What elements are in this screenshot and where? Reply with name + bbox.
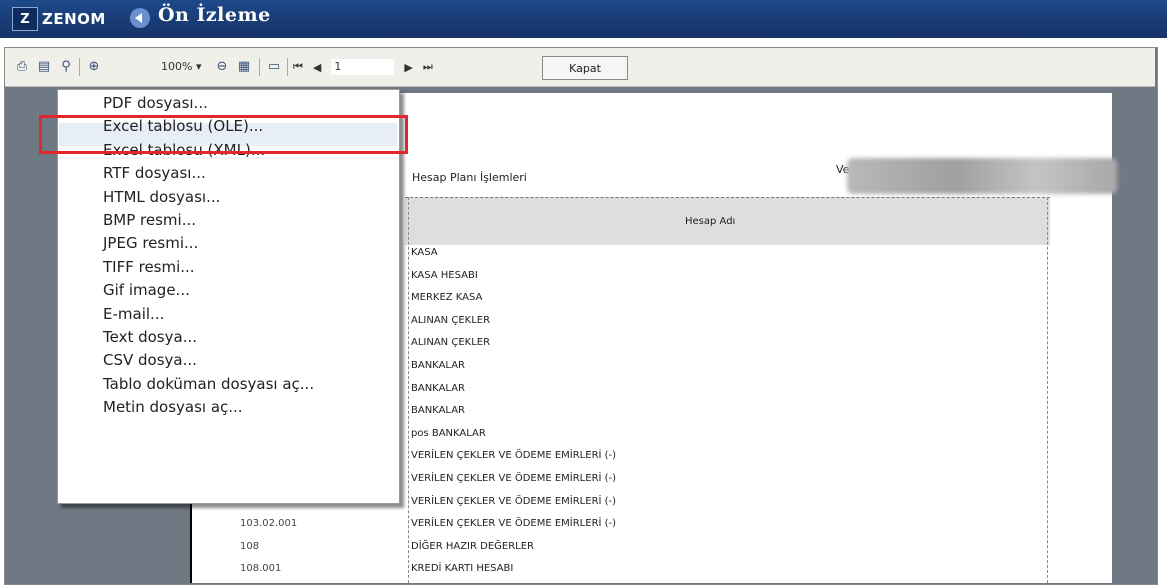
menu-item[interactable]: BMP resmi...	[103, 211, 196, 229]
close-button[interactable]: Kapat	[542, 56, 628, 80]
page-view-icon[interactable]: ▦	[235, 57, 253, 75]
toolbar-separator	[287, 58, 288, 76]
menu-item[interactable]: TIFF resmi...	[103, 258, 195, 276]
menu-item[interactable]: Text dosya...	[103, 328, 197, 346]
report-title: Hesap Planı İşlemleri	[412, 171, 527, 184]
window-title: Ön İzleme	[158, 4, 271, 26]
row-account-name: VERİLEN ÇEKLER VE ÖDEME EMİRLERİ (-)	[411, 518, 617, 529]
first-page-icon[interactable]: ⏮	[293, 60, 303, 74]
page-navigation: ⏮ ◀ 1 ▶ ⏭	[293, 58, 448, 76]
menu-item[interactable]: PDF dosyası...	[103, 94, 208, 112]
single-page-icon[interactable]: ▭	[265, 57, 283, 75]
find-icon[interactable]: ⚲	[57, 57, 75, 75]
export-icon[interactable]: ▤	[35, 57, 53, 75]
row-account-code: 103.02.001	[240, 518, 298, 529]
row-account-code: 108	[240, 541, 260, 552]
title-bar: Z ZENOM Ön İzleme	[0, 0, 1167, 38]
row-account-name: KASA	[411, 247, 438, 258]
menu-item[interactable]: Tablo doküman dosyası aç...	[103, 375, 314, 393]
row-account-name: ALINAN ÇEKLER	[411, 337, 491, 348]
zoom-value: 100%	[161, 60, 193, 73]
redacted-area	[847, 158, 1117, 194]
prev-page-icon[interactable]: ◀	[313, 61, 321, 74]
zoom-out-icon[interactable]: ⊖	[213, 57, 231, 75]
column-divider	[1047, 197, 1048, 583]
menu-item[interactable]: JPEG resmi...	[103, 234, 198, 252]
preview-toolbar: ⎙ ▤ ⚲ ⊕ 100% ▾ ⊖ ▦ ▭ ⏮ ◀ 1 ▶ ⏭ Kapat	[5, 48, 1155, 87]
back-arrow-icon[interactable]	[130, 8, 150, 28]
row-account-name: MERKEZ KASA	[411, 292, 483, 303]
app-name: ZENOM	[42, 10, 106, 28]
toolbar-separator	[79, 58, 80, 76]
next-page-icon[interactable]: ▶	[404, 61, 412, 74]
zoom-in-icon[interactable]: ⊕	[85, 57, 103, 75]
print-icon[interactable]: ⎙	[13, 57, 31, 75]
row-account-name: VERİLEN ÇEKLER VE ÖDEME EMİRLERİ (-)	[411, 473, 617, 484]
row-account-name: KREDİ KARTI HESABI	[411, 563, 514, 574]
page-number-input[interactable]: 1	[331, 59, 395, 75]
row-account-name: VERİLEN ÇEKLER VE ÖDEME EMİRLERİ (-)	[411, 450, 617, 461]
row-account-name: BANKALAR	[411, 360, 465, 371]
column-header: Hesap Adı	[405, 197, 1050, 245]
row-account-name: BANKALAR	[411, 405, 465, 416]
row-account-name: pos BANKALAR	[411, 428, 486, 439]
toolbar-separator	[259, 58, 260, 76]
menu-item[interactable]: RTF dosyası...	[103, 164, 206, 182]
zoom-select[interactable]: 100% ▾	[161, 60, 201, 73]
highlight-box	[39, 115, 408, 154]
row-account-name: KASA HESABI	[411, 270, 478, 281]
menu-item[interactable]: CSV dosya...	[103, 351, 197, 369]
menu-item[interactable]: E-mail...	[103, 305, 164, 323]
column-header-label: Hesap Adı	[685, 216, 736, 227]
menu-item[interactable]: Gif image...	[103, 281, 190, 299]
row-account-name: DİĞER HAZIR DEĞERLER	[411, 541, 535, 552]
app-logo: Z ZENOM	[12, 7, 106, 31]
logo-mark: Z	[12, 7, 38, 31]
row-account-name: ALINAN ÇEKLER	[411, 315, 491, 326]
menu-item[interactable]: Metin dosyası aç...	[103, 398, 243, 416]
menu-item[interactable]: HTML dosyası...	[103, 188, 220, 206]
row-account-name: VERİLEN ÇEKLER VE ÖDEME EMİRLERİ (-)	[411, 496, 617, 507]
row-account-code: 108.001	[240, 563, 282, 574]
row-account-name: BANKALAR	[411, 383, 465, 394]
column-divider	[408, 197, 409, 583]
last-page-icon[interactable]: ⏭	[423, 60, 433, 74]
